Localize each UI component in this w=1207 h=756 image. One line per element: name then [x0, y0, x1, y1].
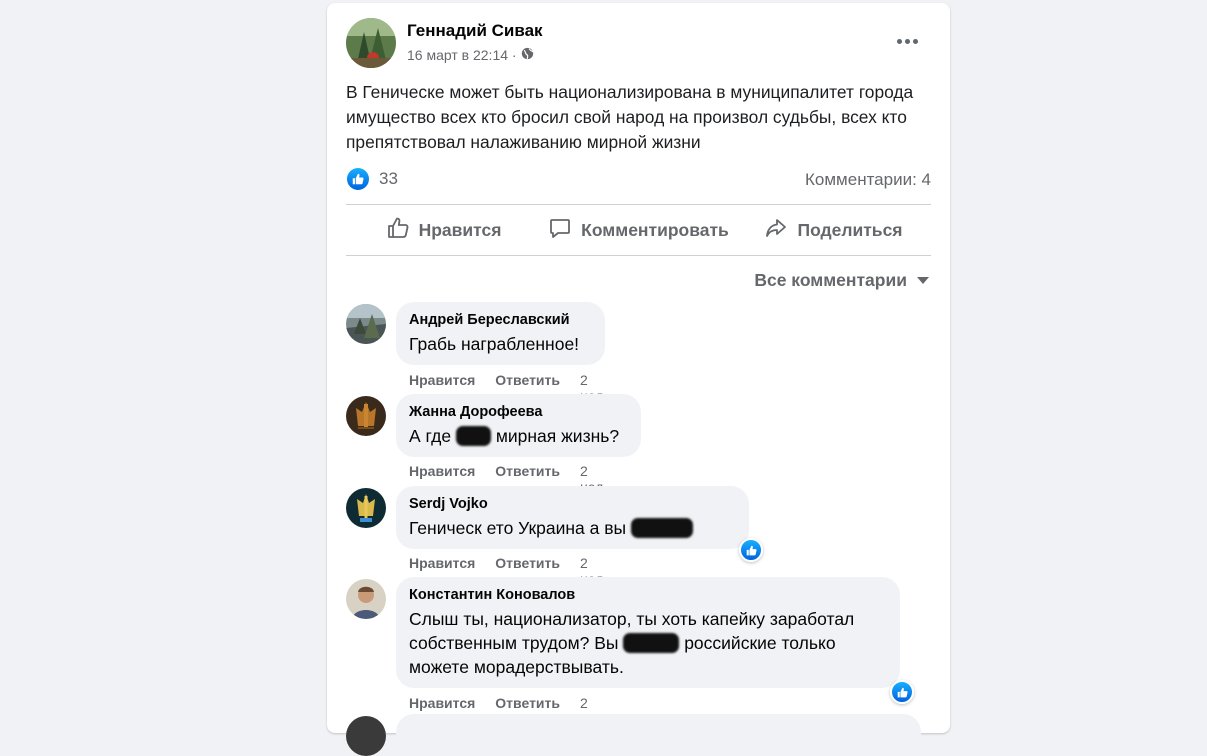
comment-bubble-icon [548, 216, 572, 245]
comment-text: Слыш ты, национализатор, ты хоть капейку… [409, 607, 886, 679]
post-author-name[interactable]: Геннадий Сивак [407, 21, 543, 41]
comment-bubble: Константин Коновалов Слыш ты, национализ… [396, 577, 900, 688]
comment-bubble [396, 714, 921, 754]
comment-text-part: российские только [684, 633, 836, 653]
commenter-avatar[interactable] [346, 716, 386, 756]
comment-text: Геническ ето Украина а вы [409, 516, 735, 540]
author-avatar[interactable] [346, 18, 396, 68]
commenter-avatar[interactable] [346, 304, 386, 344]
commenter-avatar[interactable] [346, 488, 386, 528]
comment-bubble: Жанна Дорофеева А где мирная жизнь? [396, 394, 641, 457]
comment-button-label: Комментировать [581, 219, 729, 240]
share-button[interactable]: Поделиться [736, 205, 931, 255]
reactions-summary[interactable]: 33 [347, 168, 398, 190]
comment-text-line: можете морадерствывать. [409, 657, 624, 677]
comment-bubble: Serdj Vojko Геническ ето Украина а вы [396, 486, 749, 549]
comment-text-part: собственным трудом? Вы [409, 633, 624, 653]
comment-like-reaction-icon[interactable] [739, 538, 763, 562]
reaction-count[interactable]: 33 [379, 169, 398, 189]
more-options-button[interactable] [885, 27, 929, 55]
like-button-label: Нравится [418, 219, 502, 240]
comments-filter-label: Все комментарии [754, 270, 907, 290]
caret-down-icon [917, 277, 929, 284]
commenter-name[interactable]: Константин Коновалов [409, 586, 886, 604]
dot-icon [896, 38, 902, 44]
share-button-label: Поделиться [797, 219, 903, 240]
post-action-bar: Нравится Комментировать Поделиться [346, 205, 931, 255]
post-timestamp[interactable]: 16 март в 22:14 · [407, 47, 517, 63]
commenter-name[interactable]: Serdj Vojko [409, 495, 735, 513]
commenter-avatar[interactable] [346, 396, 386, 436]
comment-text-line: собственным трудом? Вы российские только [409, 631, 886, 655]
comment-text: Грабь награбленное! [409, 334, 580, 354]
redaction-mark [455, 426, 491, 446]
comment-text-start: А где [409, 426, 456, 446]
dot-icon [912, 38, 918, 44]
comment-like-reaction-icon[interactable] [890, 680, 914, 704]
redaction-mark [623, 633, 680, 653]
thumbs-up-icon [386, 216, 410, 245]
comment-text-line: Слыш ты, национализатор, ты хоть капейку… [409, 609, 855, 629]
comment-text: А где мирная жизнь? [409, 424, 627, 448]
post-card: Геннадий Сивак 16 март в 22:14 · В Генич… [327, 3, 950, 756]
comments-count-link[interactable]: Комментарии: 4 [805, 170, 931, 190]
dot-icon [904, 38, 910, 44]
share-arrow-icon [764, 216, 788, 245]
commenter-name[interactable]: Андрей Береславский [409, 311, 591, 329]
commenter-avatar[interactable] [346, 579, 386, 619]
like-reaction-icon [347, 168, 369, 190]
comment-bubble: Андрей Береславский Грабь награбленное! [396, 302, 605, 365]
comment-text-end: мирная жизнь? [495, 426, 620, 446]
like-button[interactable]: Нравится [346, 205, 541, 255]
globe-icon [521, 47, 534, 63]
post-text: В Геническе может быть национализирована… [346, 82, 914, 152]
comment-button[interactable]: Комментировать [541, 205, 736, 255]
commenter-name[interactable]: Жанна Дорофеева [409, 403, 627, 421]
divider [346, 255, 931, 256]
comments-filter-dropdown[interactable]: Все комментарии [754, 270, 929, 291]
post-meta: 16 март в 22:14 · [407, 47, 534, 63]
redaction-mark [630, 518, 693, 538]
comment-text-start: Геническ ето Украина а вы [409, 518, 631, 538]
